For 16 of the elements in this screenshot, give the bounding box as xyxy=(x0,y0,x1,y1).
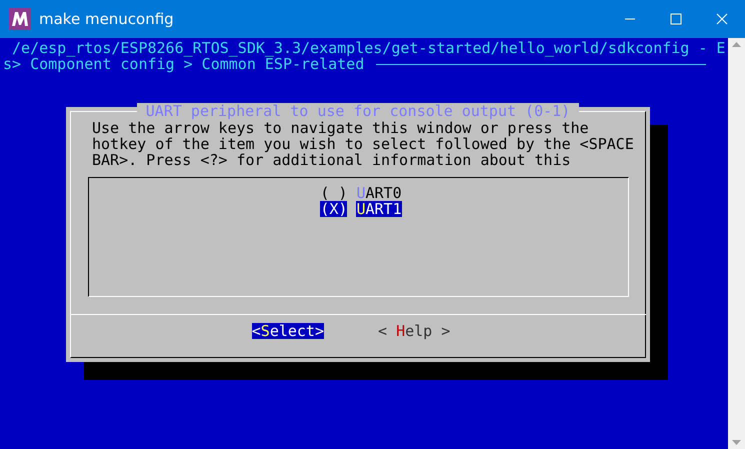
maximize-icon xyxy=(670,13,682,25)
scroll-down-icon[interactable] xyxy=(732,440,741,445)
breadcrumb: s> Component config > Common ESP-related xyxy=(3,56,364,72)
window-title: make menuconfig xyxy=(39,8,174,30)
option-item[interactable]: UART0 xyxy=(356,185,402,201)
dialog-button[interactable]: <Select> xyxy=(252,323,324,339)
scroll-up-icon[interactable] xyxy=(732,42,741,47)
radio-marker[interactable]: (X) xyxy=(320,201,348,217)
dialog-title: UART peripheral to use for console output (0-1) xyxy=(136,103,580,120)
instructions: Use the arrow keys to navigate this window or press the hotkey of the item you wish to select followed by the <SPACE BAR>. Press <?> for additional information about this xyxy=(92,120,635,168)
app-logo-icon xyxy=(9,8,31,30)
close-icon xyxy=(716,13,728,25)
option-item[interactable]: UART1 xyxy=(356,201,402,217)
dialog-button[interactable]: < Help > xyxy=(378,323,450,339)
config-path: /e/esp_rtos/ESP8266_RTOS_SDK_3.3/examples/get-started/hello_world/sdkconfig - E xyxy=(11,40,726,56)
radio-marker[interactable]: ( ) xyxy=(320,185,348,201)
